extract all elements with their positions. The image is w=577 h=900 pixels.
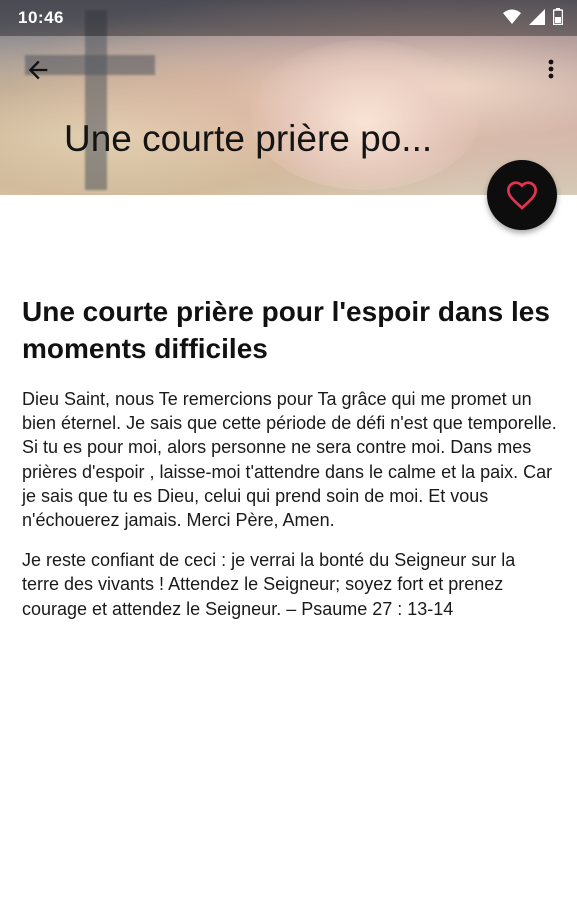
signal-icon bbox=[529, 8, 545, 30]
article-paragraph: Je reste confiant de ceci : je verrai la… bbox=[22, 550, 516, 619]
status-icons bbox=[503, 8, 564, 30]
article-title: Une courte prière pour l'espoir dans les… bbox=[22, 296, 550, 364]
wifi-icon bbox=[503, 9, 521, 30]
article-paragraph: Dieu Saint, nous Te remercions pour Ta g… bbox=[22, 389, 557, 531]
cross-image bbox=[85, 10, 107, 190]
favorite-button[interactable] bbox=[487, 160, 557, 230]
article-content: Une courte prière pour l'espoir dans les… bbox=[22, 293, 557, 637]
praying-hands-image bbox=[250, 40, 480, 190]
arrow-back-icon bbox=[28, 60, 48, 80]
back-button[interactable] bbox=[24, 56, 52, 84]
battery-icon bbox=[552, 8, 564, 30]
status-bar: 10:46 bbox=[0, 0, 577, 36]
more-vert-icon bbox=[548, 59, 554, 79]
more-options-button[interactable] bbox=[541, 56, 561, 84]
status-time: 10:46 bbox=[18, 8, 64, 27]
heart-outline-icon bbox=[506, 181, 538, 210]
toolbar-title: Une courte prière po... bbox=[64, 118, 433, 159]
